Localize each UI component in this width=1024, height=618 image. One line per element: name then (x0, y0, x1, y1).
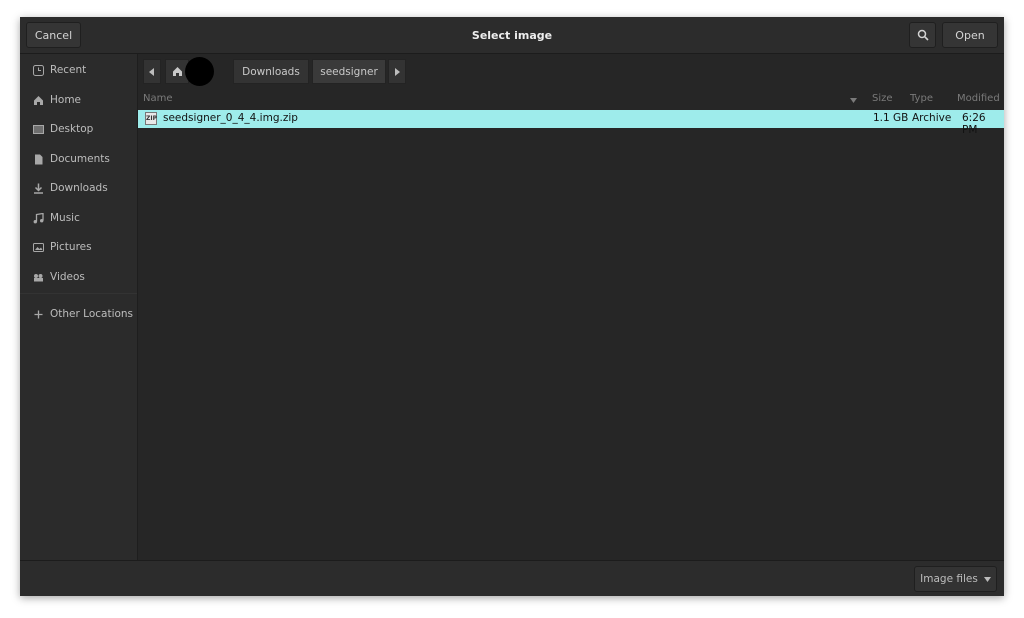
zip-file-icon: ZIP (145, 112, 157, 125)
videos-icon (32, 271, 44, 283)
sidebar-item-label: Recent (50, 64, 87, 76)
document-icon (32, 153, 44, 165)
path-segment-downloads[interactable]: Downloads (233, 59, 309, 84)
sidebar-item-home[interactable]: Home (20, 89, 137, 111)
music-icon (32, 212, 44, 224)
sidebar-item-videos[interactable]: Videos (20, 266, 137, 288)
path-segment-seedsigner[interactable]: seedsigner (312, 59, 386, 84)
file-list: Name Size Type Modified ZIP seedsigner_0… (138, 90, 1004, 560)
path-back-button[interactable] (143, 59, 161, 84)
home-icon (172, 67, 182, 76)
sidebar-item-music[interactable]: Music (20, 207, 137, 229)
column-headers: Name Size Type Modified (138, 90, 1004, 109)
chevron-down-icon (983, 576, 991, 582)
chevron-left-icon (149, 67, 154, 76)
plus-icon (32, 308, 44, 320)
sidebar-item-label: Pictures (50, 241, 92, 253)
sidebar-item-pictures[interactable]: Pictures (20, 236, 137, 258)
file-type: Archive (912, 112, 952, 124)
sidebar-item-label: Other Locations (50, 308, 134, 320)
file-filter-label: Image files (920, 573, 978, 585)
dialog-title: Select image (471, 28, 553, 42)
column-header-name[interactable]: Name (143, 93, 173, 104)
header-bar: Cancel Select image Open (20, 17, 1004, 54)
file-row[interactable]: ZIP seedsigner_0_4_4.img.zip 1.1 GB Arch… (138, 110, 1004, 136)
file-chooser-dialog: Cancel Select image Open Recent Home Des… (20, 17, 1004, 596)
sidebar-item-label: Downloads (50, 182, 108, 194)
redaction-mark (185, 57, 214, 86)
home-icon (32, 94, 44, 106)
path-forward-button[interactable] (388, 59, 406, 84)
column-header-size[interactable]: Size (872, 93, 893, 104)
file-modified: 6:26 PM (962, 112, 986, 136)
sidebar-item-label: Home (50, 94, 82, 106)
clock-icon (32, 64, 44, 76)
cancel-button[interactable]: Cancel (26, 22, 81, 48)
sidebar-item-label: Documents (50, 153, 110, 165)
search-icon (917, 29, 929, 41)
file-size: 1.1 GB (873, 112, 909, 124)
open-button[interactable]: Open (942, 22, 998, 48)
sidebar-item-downloads[interactable]: Downloads (20, 177, 137, 199)
search-button[interactable] (909, 22, 936, 48)
sidebar-item-recent[interactable]: Recent (20, 59, 137, 81)
sidebar-item-other-locations[interactable]: Other Locations (20, 303, 137, 325)
sort-down-icon (850, 95, 857, 106)
places-sidebar: Recent Home Desktop Documents Downloads (20, 54, 138, 560)
file-filter-dropdown[interactable]: Image files (914, 566, 997, 592)
sidebar-item-label: Music (50, 212, 80, 224)
sidebar-item-label: Videos (50, 271, 85, 283)
footer-bar: Image files (20, 560, 1004, 596)
sidebar-item-label: Desktop (50, 123, 94, 135)
sidebar-divider (20, 293, 137, 294)
sidebar-item-documents[interactable]: Documents (20, 148, 137, 170)
sidebar-item-desktop[interactable]: Desktop (20, 118, 137, 140)
pictures-icon (32, 241, 44, 253)
download-icon (32, 182, 44, 194)
column-header-modified[interactable]: Modified (957, 93, 1000, 104)
desktop-icon (32, 123, 44, 135)
file-name: seedsigner_0_4_4.img.zip (163, 112, 298, 124)
column-header-type[interactable]: Type (910, 93, 933, 104)
chevron-right-icon (395, 67, 400, 76)
